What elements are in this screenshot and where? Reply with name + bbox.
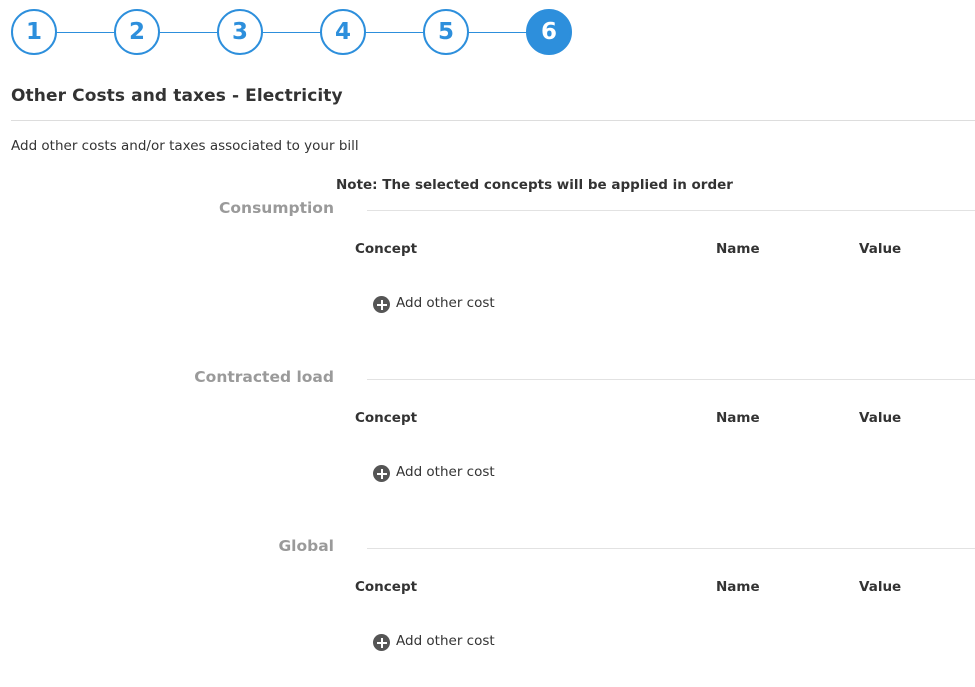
section-consumption: Consumption Concept Name Value Add other… (0, 199, 975, 349)
step-connector (364, 32, 424, 33)
add-other-cost-button[interactable]: Add other cost (373, 293, 495, 313)
step-5[interactable]: 5 (423, 9, 469, 55)
step-6-active[interactable]: 6 (526, 9, 572, 55)
step-4[interactable]: 4 (320, 9, 366, 55)
order-note: Note: The selected concepts will be appl… (336, 177, 733, 193)
section-label: Consumption (219, 199, 334, 217)
section-label: Global (278, 537, 334, 555)
add-other-cost-label: Add other cost (396, 633, 495, 649)
step-3[interactable]: 3 (217, 9, 263, 55)
step-connector (261, 32, 321, 33)
column-header-name: Name (716, 579, 760, 595)
step-connector (55, 32, 115, 33)
column-header-concept: Concept (355, 410, 418, 426)
add-other-cost-label: Add other cost (396, 464, 495, 480)
column-header-value: Value (859, 241, 902, 257)
page-title: Other Costs and taxes - Electricity (11, 86, 343, 106)
column-header-value: Value (859, 579, 902, 595)
column-header-concept: Concept (355, 241, 418, 257)
title-divider (11, 120, 975, 121)
step-connector (158, 32, 218, 33)
column-header-concept: Concept (355, 579, 418, 595)
step-connector (467, 32, 527, 33)
section-label: Contracted load (194, 368, 334, 386)
plus-circle-icon (373, 296, 390, 313)
step-1[interactable]: 1 (11, 9, 57, 55)
section-divider (367, 548, 975, 549)
add-other-cost-button[interactable]: Add other cost (373, 462, 495, 482)
section-global: Global Concept Name Value Add other cost (0, 537, 975, 687)
column-header-name: Name (716, 241, 760, 257)
step-2[interactable]: 2 (114, 9, 160, 55)
section-divider (367, 379, 975, 380)
page-subtitle: Add other costs and/or taxes associated … (11, 138, 359, 154)
wizard-stepper: 1 2 3 4 5 6 (11, 9, 573, 57)
column-header-value: Value (859, 410, 902, 426)
section-contracted-load: Contracted load Concept Name Value Add o… (0, 368, 975, 518)
plus-circle-icon (373, 634, 390, 651)
add-other-cost-label: Add other cost (396, 295, 495, 311)
plus-circle-icon (373, 465, 390, 482)
column-header-name: Name (716, 410, 760, 426)
add-other-cost-button[interactable]: Add other cost (373, 631, 495, 651)
section-divider (367, 210, 975, 211)
